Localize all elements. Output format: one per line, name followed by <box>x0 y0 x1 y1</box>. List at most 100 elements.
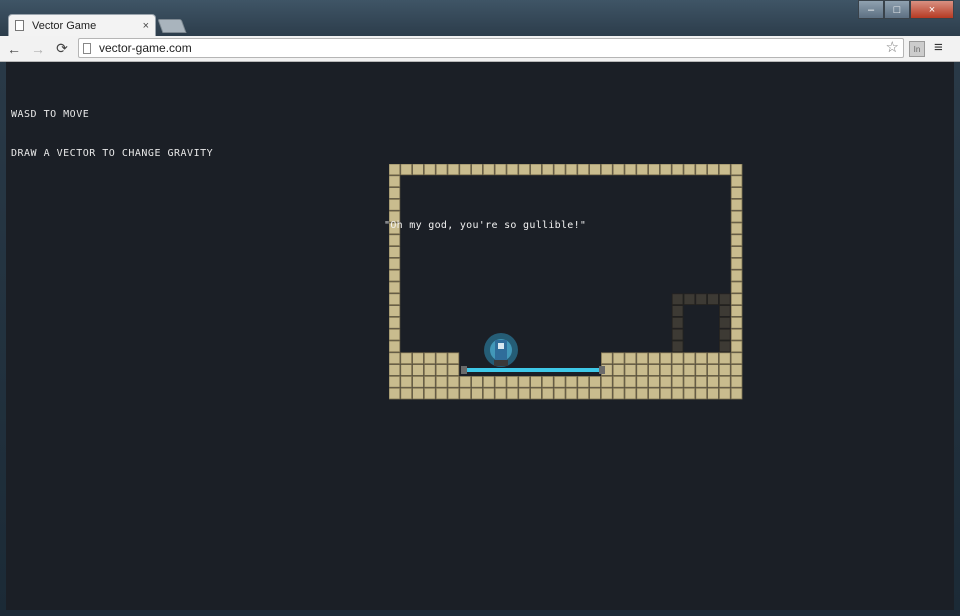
door-tile <box>718 316 731 329</box>
wall-tile-right <box>730 234 743 247</box>
floor-tile <box>600 375 613 388</box>
floor-tile <box>577 387 590 400</box>
door-tile <box>671 340 684 353</box>
floor-tile <box>471 375 483 388</box>
game-level[interactable] <box>389 164 743 400</box>
floor-tile <box>447 375 460 388</box>
floor-tile <box>612 364 625 376</box>
wall-tile-left <box>389 187 401 199</box>
floor-tile <box>412 364 424 376</box>
floor-tile <box>530 387 542 400</box>
ceiling-tile <box>494 164 507 176</box>
menu-icon[interactable]: ≡ <box>934 39 943 56</box>
wall-tile-right <box>730 258 743 270</box>
floor-tile <box>707 364 719 376</box>
minimize-button[interactable]: – <box>858 0 884 19</box>
page-icon <box>83 42 91 54</box>
wall-tile-right <box>730 175 743 188</box>
ceiling-tile <box>636 164 649 176</box>
extension-icon[interactable]: In <box>909 41 925 57</box>
floor-tile <box>483 375 495 388</box>
game-viewport[interactable]: WASD TO MOVE DRAW A VECTOR TO CHANGE GRA… <box>6 62 954 610</box>
floor-tile <box>553 375 566 388</box>
floor-tile <box>459 387 472 400</box>
close-window-button[interactable]: × <box>910 0 954 19</box>
floor-tile <box>400 387 413 400</box>
maximize-button[interactable]: □ <box>884 0 910 19</box>
wall-tile-left <box>389 352 401 365</box>
bookmark-star-icon[interactable]: ☆ <box>886 39 899 57</box>
floor-tile <box>648 375 660 388</box>
floor-tile <box>424 387 436 400</box>
wall-tile-right <box>730 364 743 376</box>
ceiling-tile <box>624 164 637 176</box>
ceiling-tile <box>553 164 566 176</box>
floor-tile <box>683 375 696 388</box>
floor-tile <box>506 387 519 400</box>
floor-tile <box>589 375 601 388</box>
ceiling-tile <box>389 164 401 176</box>
floor-tile <box>530 375 542 388</box>
wall-tile-left <box>389 269 401 282</box>
wall-tile-left <box>389 340 401 353</box>
door-tile <box>671 293 684 306</box>
address-bar[interactable]: vector-game.com ☆ <box>78 38 904 58</box>
floor-tile <box>435 387 448 400</box>
reload-button[interactable]: ⟳ <box>52 39 72 59</box>
wall-tile-right <box>730 187 743 199</box>
door-tile <box>671 316 684 329</box>
floor-tile <box>718 375 731 388</box>
ceiling-tile <box>612 164 625 176</box>
floor-tile <box>659 387 672 400</box>
floor-tile <box>683 387 696 400</box>
floor-tile <box>494 375 507 388</box>
door-tile <box>718 340 731 353</box>
ceiling-tile <box>577 164 590 176</box>
forward-button[interactable]: → <box>28 39 48 59</box>
wall-tile-right <box>730 340 743 353</box>
floor-tile <box>541 375 554 388</box>
wall-tile-left <box>389 305 401 317</box>
floor-tile <box>683 352 696 365</box>
floor-tile <box>718 364 731 376</box>
floor-tile <box>506 375 519 388</box>
close-tab-icon[interactable]: × <box>143 20 149 32</box>
wall-tile-right <box>730 375 743 388</box>
floor-tile <box>718 387 731 400</box>
url-text: vector-game.com <box>99 41 192 55</box>
floor-tile <box>412 387 424 400</box>
wall-tile-left <box>389 175 401 188</box>
floor-tile <box>424 364 436 376</box>
floor-tile <box>659 364 672 376</box>
ceiling-tile <box>718 164 731 176</box>
floor-tile <box>671 387 684 400</box>
ceiling-tile <box>506 164 519 176</box>
document-icon <box>15 20 24 31</box>
back-button[interactable]: ← <box>4 39 24 59</box>
player-feet <box>494 360 508 366</box>
ceiling-tile <box>530 164 542 176</box>
door-tile <box>671 305 684 317</box>
floor-tile <box>612 375 625 388</box>
floor-tile <box>695 364 707 376</box>
wall-tile-left <box>389 258 401 270</box>
player-face <box>498 343 504 349</box>
wall-tile-left <box>389 364 401 376</box>
floor-tile <box>636 352 649 365</box>
window-controls: – □ × <box>858 0 954 19</box>
ceiling-tile <box>659 164 672 176</box>
floor-tile <box>636 364 649 376</box>
floor-tile <box>435 364 448 376</box>
ceiling-tile <box>565 164 578 176</box>
door-tile <box>707 293 719 306</box>
tab-vector-game[interactable]: Vector Game × <box>8 14 156 36</box>
new-tab-button[interactable] <box>157 19 187 33</box>
door-tile <box>718 305 731 317</box>
ceiling-tile <box>483 164 495 176</box>
wall-tile-left <box>389 246 401 258</box>
floor-tile <box>589 387 601 400</box>
floor-tile <box>435 352 448 365</box>
floor-tile <box>447 364 460 376</box>
floor-tile <box>648 352 660 365</box>
floor-tile <box>600 352 613 365</box>
